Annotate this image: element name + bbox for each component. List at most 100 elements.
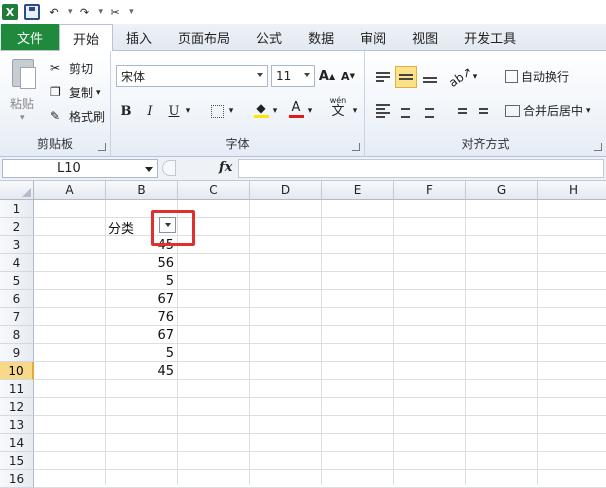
row-header-14[interactable]: 14	[0, 434, 34, 452]
shrink-font-button[interactable]: A ▼	[339, 65, 357, 87]
tools-icon[interactable]: ✂	[107, 4, 123, 20]
orientation-dropdown-icon[interactable]: ▾	[471, 66, 479, 88]
excel-logo-icon: X	[2, 4, 18, 20]
align-right-button[interactable]	[417, 100, 437, 122]
grow-font-button[interactable]: A ▲	[318, 65, 336, 87]
font-color-button[interactable]: A	[286, 98, 306, 120]
borders-dropdown-icon[interactable]: ▾	[227, 100, 235, 122]
font-color-dropdown-icon[interactable]: ▾	[306, 100, 314, 122]
copy-button[interactable]: ❐ 复制 ▾	[50, 84, 101, 101]
paste-button[interactable]	[8, 57, 38, 91]
row-header-10[interactable]: 10	[0, 362, 34, 380]
row-header-7[interactable]: 7	[0, 308, 34, 326]
undo-dropdown-icon[interactable]: ▾	[68, 7, 73, 17]
format-painter-button[interactable]: ✎ 格式刷	[50, 108, 105, 125]
row-header-8[interactable]: 8	[0, 326, 34, 344]
orientation-button[interactable]: ab↗	[447, 64, 476, 90]
column-header-f[interactable]: F	[394, 181, 466, 200]
tab-insert[interactable]: 插入	[113, 24, 165, 50]
tab-formulas[interactable]: 公式	[243, 24, 295, 50]
phonetic-dropdown-icon[interactable]: ▾	[351, 100, 359, 122]
fill-color-button[interactable]: ◆	[251, 98, 271, 120]
brush-icon: ✎	[50, 108, 61, 123]
align-left-button[interactable]	[373, 100, 393, 122]
copy-dropdown-icon[interactable]: ▾	[96, 88, 101, 98]
undo-icon[interactable]: ↶	[46, 4, 62, 20]
align-bottom-button[interactable]	[420, 66, 440, 88]
row-header-15[interactable]: 15	[0, 452, 34, 470]
row-header-9[interactable]: 9	[0, 344, 34, 362]
column-header-g[interactable]: G	[466, 181, 538, 200]
tab-data[interactable]: 数据	[295, 24, 347, 50]
font-launcher-icon[interactable]	[352, 143, 360, 151]
column-header-h[interactable]: H	[538, 181, 606, 200]
phonetic-button[interactable]: wén 文	[325, 96, 351, 119]
column-header-d[interactable]: D	[250, 181, 322, 200]
value-cell[interactable]: 5	[106, 344, 178, 362]
borders-button[interactable]	[207, 100, 227, 122]
italic-button[interactable]: I	[141, 100, 159, 122]
value-cell[interactable]: 76	[106, 308, 178, 326]
paste-dropdown-icon[interactable]: ▾	[20, 113, 25, 123]
underline-button[interactable]: U	[165, 100, 183, 122]
formula-bar-resize-handle[interactable]	[162, 160, 176, 176]
row-header-13[interactable]: 13	[0, 416, 34, 434]
tab-developer[interactable]: 开发工具	[451, 24, 529, 50]
value-cell[interactable]: 5	[106, 272, 178, 290]
tab-page-layout[interactable]: 页面布局	[165, 24, 243, 50]
merge-center-button[interactable]: 合并后居中 ▾	[505, 102, 591, 119]
decrease-indent-button[interactable]	[451, 100, 469, 122]
row-header-1[interactable]: 1	[0, 200, 34, 218]
row-header-6[interactable]: 6	[0, 290, 34, 308]
customize-toolbar-icon[interactable]: ▾	[129, 7, 134, 17]
font-size-select[interactable]: 11	[271, 65, 315, 87]
column-header-e[interactable]: E	[322, 181, 394, 200]
redo-icon[interactable]: ↷	[77, 4, 93, 20]
value-cell[interactable]: 45	[106, 362, 178, 380]
save-icon[interactable]	[24, 4, 40, 20]
increase-indent-button[interactable]	[472, 100, 490, 122]
bold-button[interactable]: B	[117, 100, 135, 122]
align-bottom-icon	[423, 77, 437, 83]
tab-home[interactable]: 开始	[59, 24, 114, 51]
increase-indent-icon	[474, 104, 488, 118]
row-header-11[interactable]: 11	[0, 380, 34, 398]
value-cell[interactable]: 67	[106, 326, 178, 344]
row-header-5[interactable]: 5	[0, 272, 34, 290]
header-cell-category[interactable]: 分类	[108, 218, 134, 237]
value-cell[interactable]: 67	[106, 290, 178, 308]
merge-dropdown-icon[interactable]: ▾	[586, 106, 591, 116]
insert-function-icon[interactable]: fx	[219, 160, 232, 175]
worksheet-grid[interactable]: ABCDEFGH 1 2 3 4 5 6 7 8 9 10 11 12 13 14 15 16 分类 45 56…	[0, 181, 606, 488]
row-header-16[interactable]: 16	[0, 470, 34, 488]
alignment-launcher-icon[interactable]	[594, 143, 602, 151]
tab-view[interactable]: 视图	[399, 24, 451, 50]
value-cell[interactable]: 56	[106, 254, 178, 272]
align-top-button[interactable]	[373, 66, 393, 88]
column-header-a[interactable]: A	[34, 181, 106, 200]
align-center-button[interactable]	[395, 100, 415, 122]
underline-dropdown-icon[interactable]: ▾	[184, 100, 192, 122]
row-header-3[interactable]: 3	[0, 236, 34, 254]
row-header-2[interactable]: 2	[0, 218, 34, 236]
name-box[interactable]: L10	[2, 159, 158, 178]
font-name-select[interactable]: 宋体	[116, 65, 268, 87]
tab-review[interactable]: 审阅	[347, 24, 399, 50]
tab-file[interactable]: 文件	[1, 24, 59, 50]
row-header-4[interactable]: 4	[0, 254, 34, 272]
formula-bar: L10 fx	[0, 157, 606, 181]
column-header-c[interactable]: C	[178, 181, 250, 200]
row-header-12[interactable]: 12	[0, 398, 34, 416]
wrap-text-button[interactable]: 自动换行	[505, 68, 569, 85]
gridline-horizontal	[34, 433, 606, 434]
clipboard-launcher-icon[interactable]	[98, 143, 106, 151]
alignment-group-label: 对齐方式	[461, 137, 510, 151]
fill-color-dropdown-icon[interactable]: ▾	[271, 100, 279, 122]
ribbon-tab-bar: 文件 开始 插入 页面布局 公式 数据 审阅 视图 开发工具	[0, 24, 606, 51]
formula-input[interactable]	[238, 159, 604, 178]
redo-dropdown-icon[interactable]: ▾	[99, 7, 104, 17]
align-middle-button[interactable]	[395, 66, 417, 88]
column-header-b[interactable]: B	[106, 181, 178, 200]
select-all-button[interactable]	[0, 181, 34, 200]
cut-button[interactable]: ✂ 剪切	[50, 60, 93, 77]
